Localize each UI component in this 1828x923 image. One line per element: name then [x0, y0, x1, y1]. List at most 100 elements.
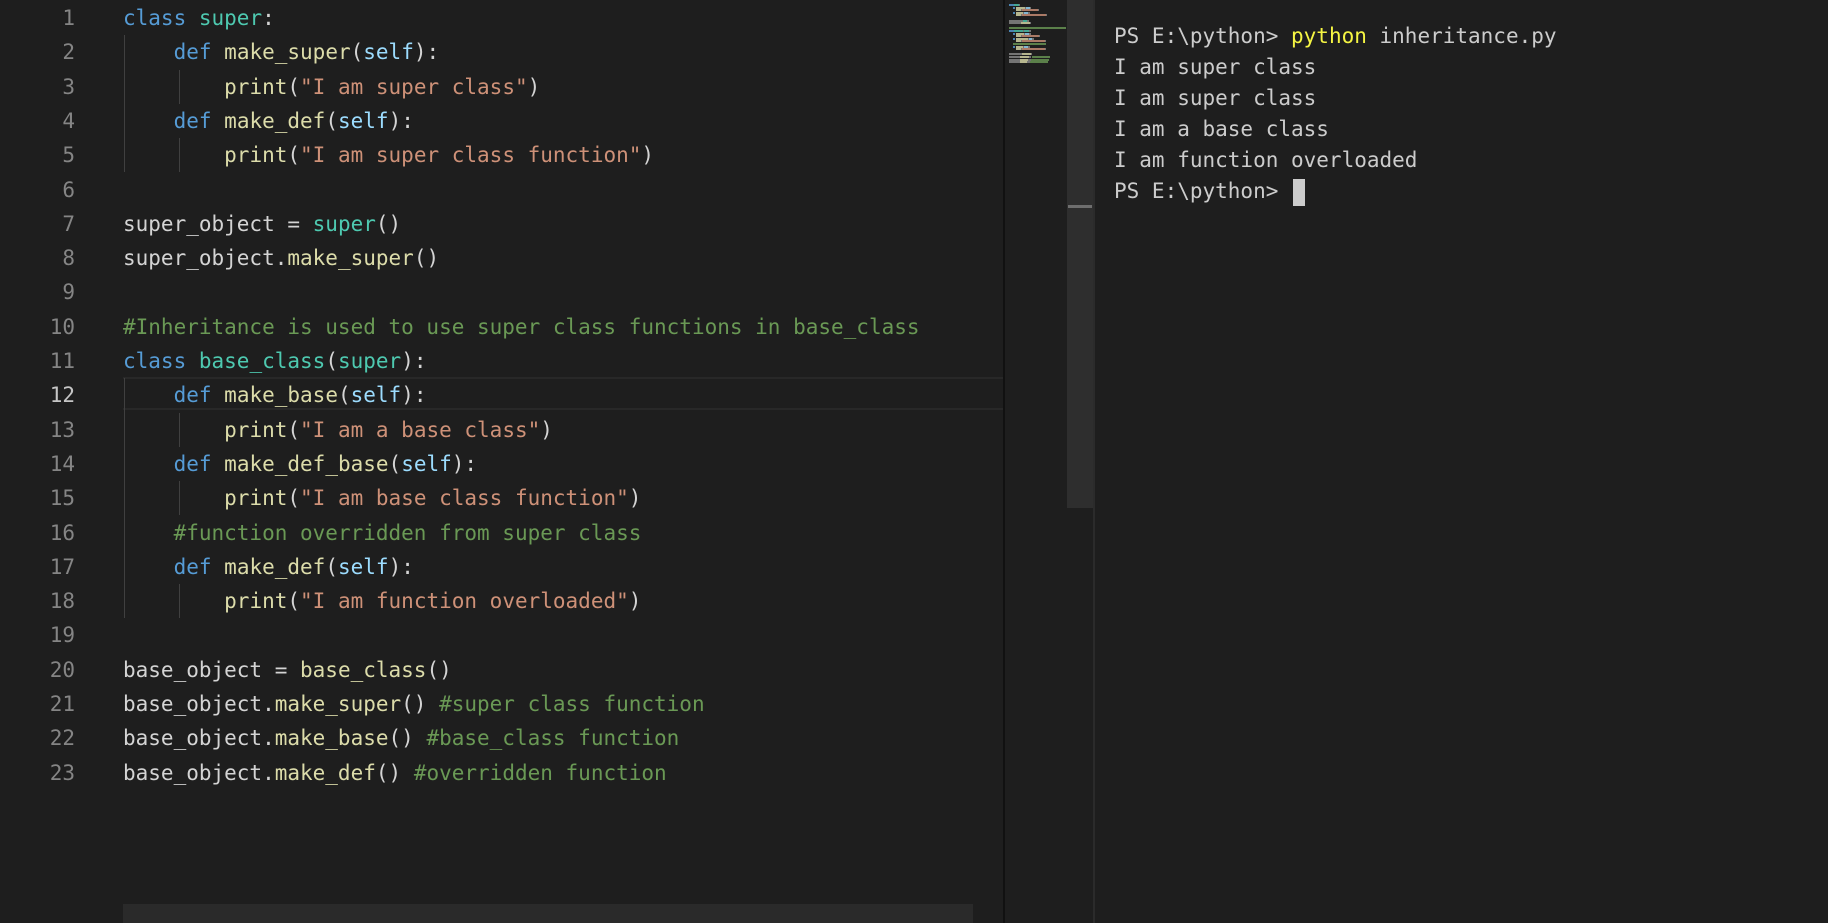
- minimap-line: [1009, 22, 1021, 25]
- code-token: ): [628, 486, 642, 511]
- minimap-line: [1012, 37, 1016, 40]
- terminal-output-line: I am super class: [1114, 55, 1317, 79]
- line-number: 7: [62, 211, 75, 236]
- minimap-line: [1021, 14, 1046, 17]
- code-line[interactable]: def make_base(self):: [123, 378, 427, 412]
- code-token: base_class: [300, 657, 427, 682]
- minimap-line: [1045, 48, 1046, 51]
- code-token: base_class: [198, 349, 326, 373]
- terminal-prompt: PS E:\python>: [1114, 24, 1292, 48]
- line-number: 2: [62, 40, 75, 65]
- indent-guide: [179, 69, 180, 104]
- terminal-cursor: [1293, 178, 1306, 206]
- minimap[interactable]: [1003, 0, 1067, 923]
- line-number: 23: [49, 760, 75, 785]
- code-token: print: [224, 74, 288, 99]
- minimap-line: [1019, 61, 1027, 64]
- code-token: def: [173, 383, 212, 408]
- terminal-prompt: PS E:\python>: [1114, 179, 1292, 203]
- code-token: #super class function: [439, 692, 705, 716]
- minimap-line: [1012, 11, 1016, 14]
- code-token: (: [325, 554, 338, 579]
- scrollbar-cursor-marker: [1068, 205, 1092, 208]
- code-line[interactable]: class base_class(super):: [123, 344, 426, 378]
- code-line[interactable]: print("I am super class"): [123, 70, 540, 104]
- code-line[interactable]: print("I am function overloaded"): [123, 584, 641, 618]
- code-token: (): [426, 657, 452, 682]
- terminal-output-line: I am a base class: [1114, 117, 1329, 141]
- minimap-line: [1029, 22, 1032, 25]
- terminal-command-line: PS E:\python> python inheritance.py: [1114, 21, 1557, 52]
- code-area[interactable]: class super: def make_super(self): print…: [123, 0, 1003, 923]
- code-token: base_object.: [123, 692, 275, 716]
- code-line[interactable]: base_object = base_class(): [123, 653, 452, 687]
- code-token: (): [375, 760, 414, 785]
- code-token: super: [312, 211, 376, 236]
- code-line[interactable]: def make_def_base(self):: [123, 447, 478, 481]
- code-line[interactable]: #Inheritance is used to use super class …: [123, 310, 920, 344]
- code-token: (: [287, 417, 301, 442]
- code-line[interactable]: base_object.make_def() #overridden funct…: [123, 756, 667, 790]
- code-line[interactable]: print("I am base class function"): [123, 481, 641, 515]
- code-token: ): [628, 589, 642, 614]
- code-token: (: [325, 108, 338, 133]
- code-token: super: [337, 349, 402, 373]
- code-line[interactable]: #function overridden from super class: [123, 516, 642, 550]
- line-number: 4: [62, 108, 75, 133]
- minimap-line: [1037, 9, 1039, 12]
- code-token: (): [375, 211, 402, 236]
- minimap-line: [1012, 6, 1016, 9]
- code-editor[interactable]: 1 2 3 4 5 6 7 8 9 10 11 12 13 14 15 16 17 18 19 20 21 22 23 cl…: [0, 0, 1003, 923]
- code-line[interactable]: class super:: [123, 1, 275, 35]
- code-line[interactable]: print("I am a base class"): [123, 413, 553, 447]
- terminal-panel[interactable]: PS E:\python> python inheritance.py I am…: [1095, 0, 1828, 923]
- code-line[interactable]: base_object.make_base() #base_class func…: [123, 721, 679, 755]
- code-token: super: [198, 6, 263, 30]
- line-number: 10: [49, 314, 75, 339]
- line-number: 19: [49, 623, 75, 648]
- indent-guide: [179, 481, 180, 516]
- code-token: make_def: [224, 108, 326, 133]
- code-token: :: [262, 6, 275, 30]
- code-line[interactable]: def make_def(self):: [123, 104, 414, 138]
- code-token: def: [173, 40, 212, 65]
- line-number: 22: [49, 726, 75, 751]
- line-number: 13: [49, 417, 75, 442]
- code-line[interactable]: def make_def(self):: [123, 550, 414, 584]
- code-token: print: [224, 417, 288, 442]
- code-token: #overridden function: [413, 760, 667, 785]
- terminal-command-args: inheritance.py: [1366, 24, 1557, 48]
- code-line[interactable]: super_object.make_super(): [123, 241, 439, 275]
- code-line[interactable]: super_object = super(): [123, 207, 401, 241]
- line-number: 9: [62, 280, 75, 305]
- code-token: class: [123, 6, 187, 30]
- code-token: #Inheritance is used to use super class …: [123, 314, 920, 339]
- code-token: ):: [413, 40, 440, 65]
- code-token: make_super: [224, 40, 351, 65]
- code-line[interactable]: def make_super(self):: [123, 35, 440, 69]
- code-token: (: [350, 40, 364, 65]
- indent-guide: [124, 35, 125, 173]
- line-number: 21: [49, 692, 75, 716]
- code-token: base_object.: [123, 760, 275, 785]
- vertical-scrollbar-thumb[interactable]: [1067, 0, 1093, 508]
- code-line[interactable]: print("I am super class function"): [123, 138, 654, 172]
- terminal-input-line[interactable]: PS E:\python>: [1114, 176, 1306, 207]
- code-token: self: [401, 451, 452, 476]
- code-line[interactable]: base_object.make_super() #super class fu…: [123, 687, 705, 721]
- code-token: self: [363, 40, 414, 65]
- terminal-command-exe: python: [1291, 24, 1367, 48]
- code-token: print: [224, 589, 288, 614]
- code-token: super_object =: [123, 211, 313, 236]
- code-token: make_super: [287, 246, 414, 271]
- vscode-window: 1 2 3 4 5 6 7 8 9 10 11 12 13 14 15 16 17 18 19 20 21 22 23 cl…: [0, 0, 1828, 923]
- code-token: self: [337, 108, 389, 133]
- line-number: 15: [49, 486, 75, 511]
- horizontal-scrollbar[interactable]: [123, 904, 973, 923]
- line-number: 5: [62, 143, 75, 168]
